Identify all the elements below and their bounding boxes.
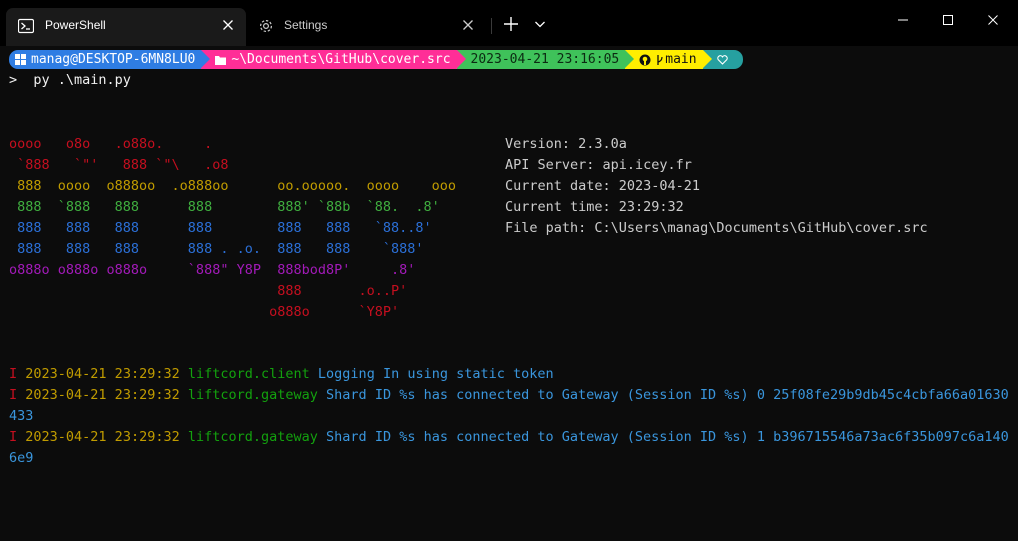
banner-line: 888 oooo o888oo .o888oo oo.ooooo. oooo o… — [9, 178, 457, 194]
log-level: I — [9, 429, 18, 445]
minimize-button[interactable] — [880, 0, 926, 40]
plus-icon[interactable] — [499, 12, 523, 36]
branch-icon — [657, 54, 663, 65]
gear-icon — [259, 19, 273, 33]
banner-line: `888 `"' 888 `"\ .o8 — [9, 157, 229, 173]
prompt-branch: main — [665, 52, 697, 67]
title-bar: PowerShell Settings — [0, 0, 1018, 46]
log-message: Shard ID %s has connected to Gateway (Se… — [326, 387, 1009, 403]
terminal-output[interactable]: manag@DESKTOP-6MN8LU0 ~\Documents\GitHub… — [0, 46, 1018, 541]
chevron-down-icon[interactable] — [530, 14, 550, 34]
terminal-window: PowerShell Settings manag@DESKTOP-6MN8LU… — [0, 0, 1018, 541]
info-api-server: API Server: api.icey.fr — [505, 157, 692, 173]
tab-divider — [491, 18, 492, 34]
info-file-path: File path: C:\Users\manag\Documents\GitH… — [505, 220, 928, 236]
heart-icon — [716, 54, 728, 65]
prompt-path-segment: ~\Documents\GitHub\cover.src — [201, 50, 466, 69]
close-icon[interactable] — [462, 19, 474, 31]
tab-powershell[interactable]: PowerShell — [6, 8, 246, 46]
log-logger: liftcord.gateway — [187, 429, 318, 445]
log-logger: liftcord.client — [187, 366, 310, 382]
log-logger: liftcord.gateway — [187, 387, 318, 403]
maximize-icon — [943, 15, 953, 25]
log-continuation: 433 — [9, 408, 34, 424]
banner-line: o888o o888o o888o `888" Y8P 888bod8P' .8… — [9, 262, 416, 278]
banner-line: 888 .o..P' — [9, 283, 408, 299]
folder-icon — [215, 55, 227, 65]
tab-settings[interactable]: Settings — [250, 8, 486, 46]
banner-line: 888 888 888 888 . .o. 888 888 `888' — [9, 241, 424, 257]
tab-title: PowerShell — [45, 18, 106, 32]
windows-icon — [15, 54, 26, 65]
banner-line: 888 `888 888 888 888' `88b `88. .8' — [9, 199, 440, 215]
log-continuation: 6e9 — [9, 450, 34, 466]
log-timestamp: 2023-04-21 23:29:32 — [25, 387, 180, 403]
prompt-time: 2023-04-21 23:16:05 — [470, 52, 620, 67]
github-icon — [639, 54, 651, 65]
prompt-user-segment: manag@DESKTOP-6MN8LU0 — [9, 50, 211, 69]
window-close-button[interactable] — [970, 0, 1016, 40]
prompt-bar: manag@DESKTOP-6MN8LU0 ~\Documents\GitHub… — [9, 50, 743, 69]
info-current-date: Current date: 2023-04-21 — [505, 178, 701, 194]
log-level: I — [9, 387, 18, 403]
prompt-path: ~\Documents\GitHub\cover.src — [231, 52, 451, 67]
info-current-time: Current time: 23:29:32 — [505, 199, 684, 215]
log-line: I 2023-04-21 23:29:32 liftcord.client Lo… — [9, 364, 554, 385]
maximize-button[interactable] — [925, 0, 971, 40]
info-version: Version: 2.3.0a — [505, 136, 627, 152]
close-icon — [988, 15, 998, 25]
log-message: Shard ID %s has connected to Gateway (Se… — [326, 429, 1009, 445]
prompt-time-segment: 2023-04-21 23:16:05 — [456, 50, 635, 69]
log-timestamp: 2023-04-21 23:29:32 — [25, 429, 180, 445]
tab-title: Settings — [284, 18, 328, 32]
banner-line: 888 888 888 888 888 888 `88..8' — [9, 220, 432, 236]
powershell-icon — [18, 18, 34, 34]
log-message: Logging In using static token — [317, 366, 554, 382]
banner-line: o888o `Y8P' — [9, 304, 400, 320]
log-line: I 2023-04-21 23:29:32 liftcord.gateway S… — [9, 385, 1009, 406]
close-icon[interactable] — [222, 19, 234, 31]
prompt-user: manag@DESKTOP-6MN8LU0 — [31, 52, 196, 67]
command-line: > py .\main.py — [9, 72, 131, 88]
log-line: I 2023-04-21 23:29:32 liftcord.gateway S… — [9, 427, 1009, 448]
banner-line: oooo o8o .o88o. . — [9, 136, 213, 152]
log-timestamp: 2023-04-21 23:29:32 — [25, 366, 180, 382]
minimize-icon — [898, 19, 908, 21]
prompt-git-segment: main — [625, 50, 712, 69]
log-level: I — [9, 366, 18, 382]
